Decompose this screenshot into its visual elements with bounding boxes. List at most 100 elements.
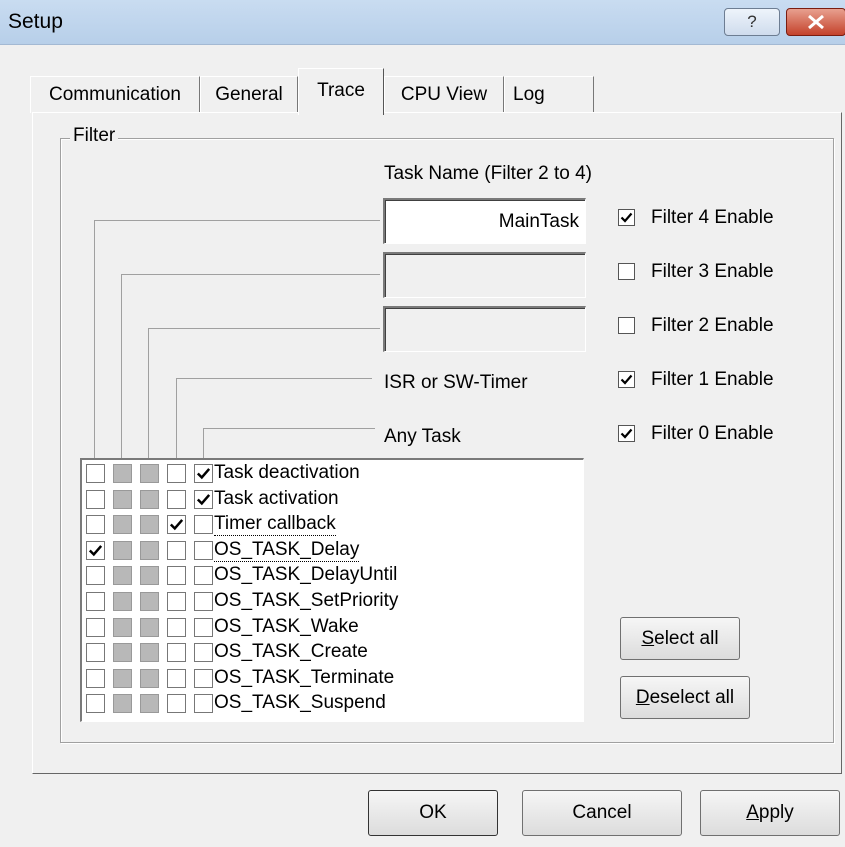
filter-2-event-checkbox[interactable] (140, 464, 159, 483)
filter-2-event-checkbox[interactable] (140, 540, 159, 560)
filter-3-event-checkbox[interactable] (167, 489, 186, 509)
close-button[interactable] (786, 8, 845, 36)
checkbox-box[interactable] (618, 263, 635, 280)
event-label: Task deactivation (214, 462, 360, 483)
event-label: OS_TASK_Suspend (214, 692, 386, 714)
filter-0-event-checkbox[interactable] (86, 464, 105, 483)
checkmark-icon (196, 493, 211, 505)
tab-cpu-view[interactable]: CPU View (384, 76, 504, 113)
event-label: OS_TASK_Delay (214, 538, 360, 562)
checkbox-box[interactable] (618, 425, 635, 442)
filter-4-event-checkbox[interactable] (194, 668, 213, 688)
filter-0-event-checkbox[interactable] (86, 540, 105, 560)
filter-1-event-checkbox[interactable] (113, 668, 132, 688)
filter-1-event-checkbox[interactable] (113, 515, 132, 535)
cancel-button[interactable]: Cancel (522, 790, 682, 836)
filter-0-event-checkbox[interactable] (86, 592, 105, 611)
ok-button[interactable]: OK (368, 790, 498, 836)
filter-0-event-checkbox[interactable] (86, 643, 105, 663)
filter-3-event-checkbox[interactable] (167, 617, 186, 637)
select-all-button[interactable]: Select all (620, 617, 740, 660)
filter-0-event-checkbox[interactable] (86, 668, 105, 688)
tab-trace[interactable]: Trace (298, 68, 384, 115)
task-name-filter4-input[interactable] (385, 200, 585, 243)
title-bar (0, 0, 845, 45)
filter-1-event-checkbox[interactable] (113, 617, 132, 637)
connector-line (176, 378, 177, 460)
connector-line (176, 378, 372, 379)
filter-4-event-checkbox[interactable] (194, 540, 213, 560)
help-button[interactable]: ? (724, 8, 780, 36)
filter-3-event-checkbox[interactable] (167, 566, 186, 586)
deselect-all-button[interactable]: Deselect all (620, 676, 750, 719)
filter-1-event-checkbox[interactable] (113, 540, 132, 560)
filter-2-event-checkbox[interactable] (140, 592, 159, 611)
tab-log[interactable]: Log (504, 76, 594, 113)
filter-4-event-checkbox[interactable] (194, 464, 213, 483)
filter-4-event-checkbox[interactable] (194, 592, 213, 611)
filter-4-event-checkbox[interactable] (194, 566, 213, 586)
connector-line (203, 428, 204, 460)
filter-4-event-checkbox[interactable] (194, 694, 213, 714)
connector-line (121, 274, 380, 275)
filter-2-event-checkbox[interactable] (140, 566, 159, 586)
event-label: OS_TASK_SetPriority (214, 590, 399, 611)
window-title: Setup (8, 10, 63, 33)
close-icon (808, 15, 824, 29)
filter-1-event-checkbox[interactable] (113, 566, 132, 586)
filter-0-event-checkbox[interactable] (86, 617, 105, 637)
connector-line (148, 328, 149, 460)
checkbox-box[interactable] (618, 209, 635, 226)
filter-4-event-checkbox[interactable] (194, 489, 213, 509)
filter-2-event-checkbox[interactable] (140, 515, 159, 535)
filter-enable-label: Filter 3 Enable (651, 261, 774, 282)
checkbox-box[interactable] (618, 371, 635, 388)
event-label: Timer callback (214, 513, 336, 537)
filter-2-event-checkbox[interactable] (140, 668, 159, 688)
filter-1-event-checkbox[interactable] (113, 592, 132, 611)
filter-2-event-checkbox[interactable] (140, 643, 159, 663)
isr-sw-timer-label: ISR or SW-Timer (384, 372, 528, 393)
filter-0-event-checkbox[interactable] (86, 694, 105, 714)
filter-4-event-checkbox[interactable] (194, 643, 213, 663)
apply-button[interactable]: Apply (700, 790, 840, 836)
filter-3-event-checkbox[interactable] (167, 592, 186, 611)
filter-group-label: Filter (70, 125, 119, 147)
filter-2-event-checkbox[interactable] (140, 617, 159, 637)
event-filter-list[interactable]: Task deactivation Task activation Timer ca… (80, 458, 584, 722)
task-name-filter4-field[interactable] (383, 198, 586, 244)
connector-line (148, 328, 380, 329)
tab-communication[interactable]: Communication (30, 76, 200, 113)
filter-0-event-checkbox[interactable] (86, 515, 105, 535)
filter-enable-label: Filter 2 Enable (651, 315, 774, 336)
task-name-filter2-field (383, 306, 586, 352)
filter-2-event-checkbox[interactable] (140, 694, 159, 714)
connector-line (203, 428, 375, 429)
any-task-label: Any Task (384, 426, 461, 447)
connector-line (94, 220, 380, 221)
filter-4-event-checkbox[interactable] (194, 515, 213, 535)
filter-1-event-checkbox[interactable] (113, 464, 132, 483)
help-icon: ? (747, 12, 757, 31)
filter-4-event-checkbox[interactable] (194, 617, 213, 637)
filter-3-event-checkbox[interactable] (167, 515, 186, 535)
filter-3-event-checkbox[interactable] (167, 464, 186, 483)
filter-1-event-checkbox[interactable] (113, 643, 132, 663)
filter-3-event-checkbox[interactable] (167, 643, 186, 663)
event-label: Task activation (214, 487, 339, 509)
checkmark-icon (620, 212, 633, 223)
event-label: OS_TASK_DelayUntil (214, 564, 398, 586)
filter-1-event-checkbox[interactable] (113, 489, 132, 509)
filter-3-event-checkbox[interactable] (167, 540, 186, 560)
filter-3-event-checkbox[interactable] (167, 668, 186, 688)
filter-0-event-checkbox[interactable] (86, 489, 105, 509)
filter-2-event-checkbox[interactable] (140, 489, 159, 509)
filter-1-event-checkbox[interactable] (113, 694, 132, 714)
connector-line (94, 220, 95, 460)
filter-enable-label: Filter 0 Enable (651, 423, 774, 444)
checkbox-box[interactable] (618, 317, 635, 334)
tab-general[interactable]: General (200, 76, 298, 113)
filter-0-event-checkbox[interactable] (86, 566, 105, 586)
filter-enable-label: Filter 4 Enable (651, 207, 774, 228)
filter-3-event-checkbox[interactable] (167, 694, 186, 714)
